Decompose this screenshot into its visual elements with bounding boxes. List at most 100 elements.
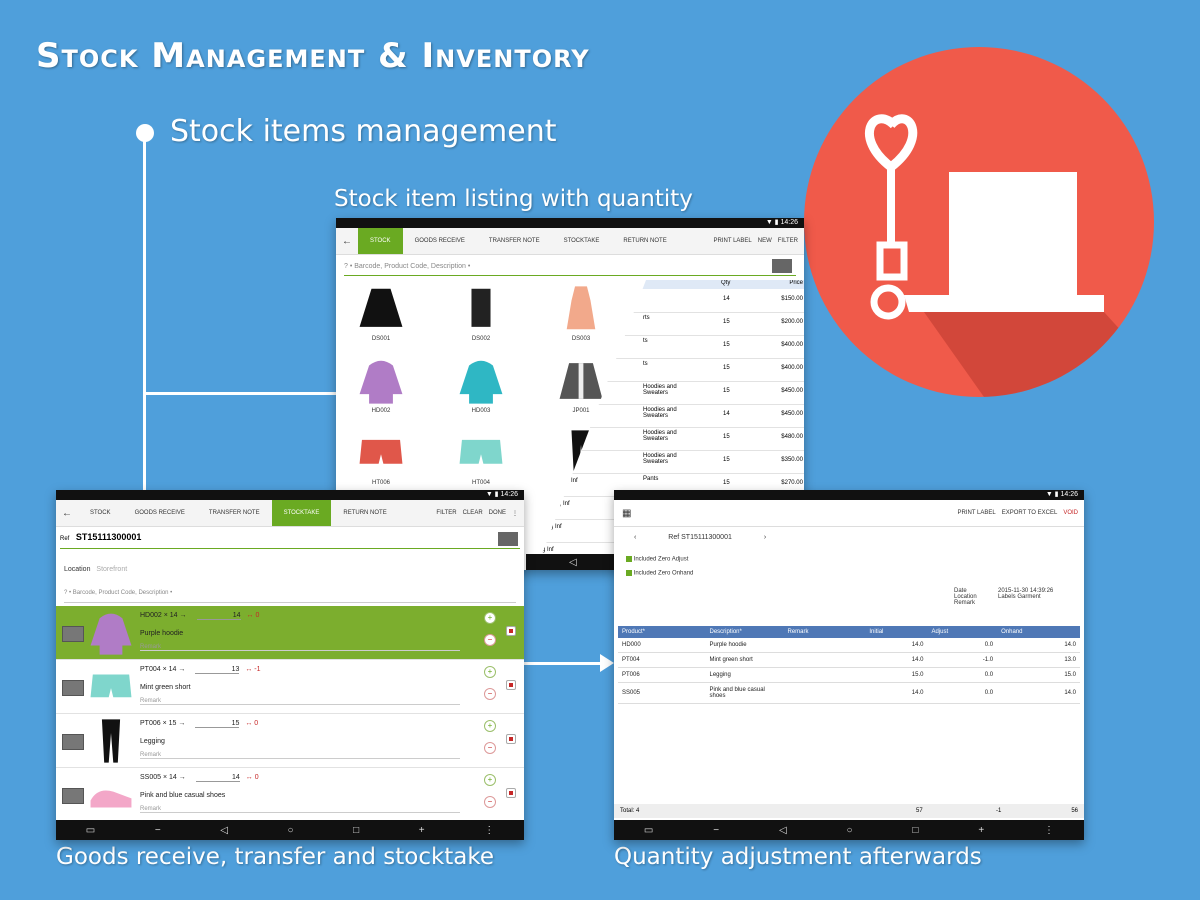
ref-value[interactable]: ST15111300001 [76,532,142,542]
recent-icon[interactable]: □ [912,825,918,836]
prev-icon[interactable]: ‹ [634,534,636,541]
table-row[interactable]: PT004 Mint green short 14.0 -1.0 13.0 [618,652,1080,668]
column-header[interactable]: Onhand [997,626,1080,638]
print-label-button[interactable]: PRINT LABEL [714,238,752,244]
print-label-button[interactable]: PRINT LABEL [957,510,995,516]
back-arrow-icon[interactable]: ← [56,508,78,519]
table-row[interactable]: HD000 Purple hoodie 14.0 0.0 14.0 [618,638,1080,653]
plus-button[interactable]: + [484,666,496,678]
new-button[interactable]: NEW [758,238,772,244]
tab-return-note[interactable]: RETURN NOTE [331,500,398,526]
volume-up-icon[interactable]: + [978,825,984,836]
remark-field[interactable]: Remark [140,644,460,651]
product-tile[interactable]: HT006 [346,428,416,486]
product-code: HT006 [371,480,390,486]
column-header[interactable]: Adjust [927,626,998,638]
tab-return-note[interactable]: RETURN NOTE [611,228,678,254]
keyboard-icon[interactable]: ▭ [86,825,95,836]
remark-field[interactable]: Remark [140,806,460,813]
back-icon[interactable]: ◁ [779,825,787,836]
column-header[interactable]: Remark [783,626,866,638]
item-qty[interactable]: 14 [195,774,240,782]
more-icon[interactable]: ⋮ [512,510,518,517]
remark-field[interactable]: Remark [140,698,460,705]
minus-button[interactable]: − [484,742,496,754]
item-qty[interactable]: 15 [195,720,240,728]
recent-icon[interactable]: □ [353,825,359,836]
column-header[interactable]: Description* [705,626,784,638]
minus-button[interactable]: − [484,688,496,700]
menu-icon[interactable]: ⋮ [484,825,494,836]
menu-grid-icon[interactable]: ▦ [614,508,639,519]
tab-transfer-note[interactable]: TRANSFER NOTE [197,500,272,526]
column-header[interactable]: Product* [618,626,706,638]
filter-button[interactable]: FILTER [778,238,798,244]
search-input[interactable]: ? • Barcode, Product Code, Description • [344,259,796,276]
plus-button[interactable]: + [484,612,496,624]
tab-stocktake[interactable]: STOCKTAKE [271,500,332,526]
clear-button[interactable]: CLEAR [463,510,483,517]
item-qty[interactable]: 14 [196,612,241,620]
stocktake-item[interactable]: PT004 × 14 → 13 ↔ -1 Mint green short Remark… [56,660,524,714]
item-times: × 14 [162,774,177,781]
back-icon[interactable]: ◁ [569,557,577,568]
checkbox-zero-adjust[interactable]: Included Zero Adjust [626,556,688,563]
export-excel-button[interactable]: EXPORT TO EXCEL [1002,510,1058,516]
product-tile[interactable]: HT004 [446,428,516,486]
next-icon[interactable]: › [764,534,766,541]
item-qty[interactable]: 13 [195,666,240,674]
tab-transfer-note[interactable]: TRANSFER NOTE [477,228,552,254]
keyboard-icon[interactable]: ▭ [644,825,653,836]
row-qty: 14 [723,411,730,417]
back-icon[interactable]: ◁ [220,825,228,836]
filter-button[interactable]: FILTER [436,510,456,517]
tab-goods-receive[interactable]: GOODS RECEIVE [403,228,477,254]
cell-product: PT006 [618,667,706,683]
product-tile[interactable]: HD002 [346,356,416,414]
plus-button[interactable]: + [484,774,496,786]
volume-up-icon[interactable]: + [419,825,425,836]
tab-goods-receive[interactable]: GOODS RECEIVE [123,500,197,526]
done-button[interactable]: DONE [489,510,506,517]
volume-down-icon[interactable]: − [713,825,719,836]
barcode-thumb[interactable] [62,626,84,642]
barcode-thumb[interactable] [62,788,84,804]
barcode-scan-icon[interactable] [772,259,792,273]
product-tile[interactable]: DS002 [446,284,516,342]
remark-field[interactable]: Remark [140,752,460,759]
table-row[interactable]: SS005 Pink and blue casual shoes 14.0 0.0 14… [618,682,1080,704]
tab-stock[interactable]: STOCK [78,500,123,526]
barcode-thumb[interactable] [62,680,84,696]
barcode-thumb[interactable] [62,734,84,750]
minus-button[interactable]: − [484,634,496,646]
tab-stocktake[interactable]: STOCKTAKE [552,228,612,254]
minus-button[interactable]: − [484,796,496,808]
checkbox-icon[interactable] [626,556,632,562]
column-header[interactable]: Initial [865,626,928,638]
checkbox-zero-onhand[interactable]: Included Zero Onhand [626,570,693,577]
delete-button[interactable] [506,734,516,744]
product-tile[interactable]: HD003 [446,356,516,414]
void-button[interactable]: VOID [1063,510,1078,516]
home-icon[interactable]: ○ [288,825,294,836]
table-row[interactable]: PT006 Legging 15.0 0.0 15.0 [618,667,1080,683]
home-icon[interactable]: ○ [847,825,853,836]
search-input[interactable]: ? • Barcode, Product Code, Description • [64,590,516,603]
barcode-scan-icon[interactable] [498,532,518,546]
stocktake-item[interactable]: SS005 × 14 → 14 ↔ 0 Pink and blue casual sh… [56,768,524,816]
stocktake-item[interactable]: PT006 × 15 → 15 ↔ 0 Legging Remark + − [56,714,524,768]
stocktake-item[interactable]: HD002 × 14 → 14 ↔ 0 Purple hoodie Remark + − [56,606,524,660]
checkbox-icon[interactable] [626,570,632,576]
plus-button[interactable]: + [484,720,496,732]
volume-down-icon[interactable]: − [155,825,161,836]
tab-stock[interactable]: STOCK [358,228,403,254]
delete-button[interactable] [506,788,516,798]
arrow-right-icon: → [178,666,186,673]
product-tile[interactable]: DS003 [546,284,616,342]
delete-button[interactable] [506,626,516,636]
product-tile[interactable]: DS001 [346,284,416,342]
menu-icon[interactable]: ⋮ [1044,825,1054,836]
location-value[interactable]: Storefront [96,566,127,573]
delete-button[interactable] [506,680,516,690]
back-arrow-icon[interactable]: ← [336,236,358,247]
